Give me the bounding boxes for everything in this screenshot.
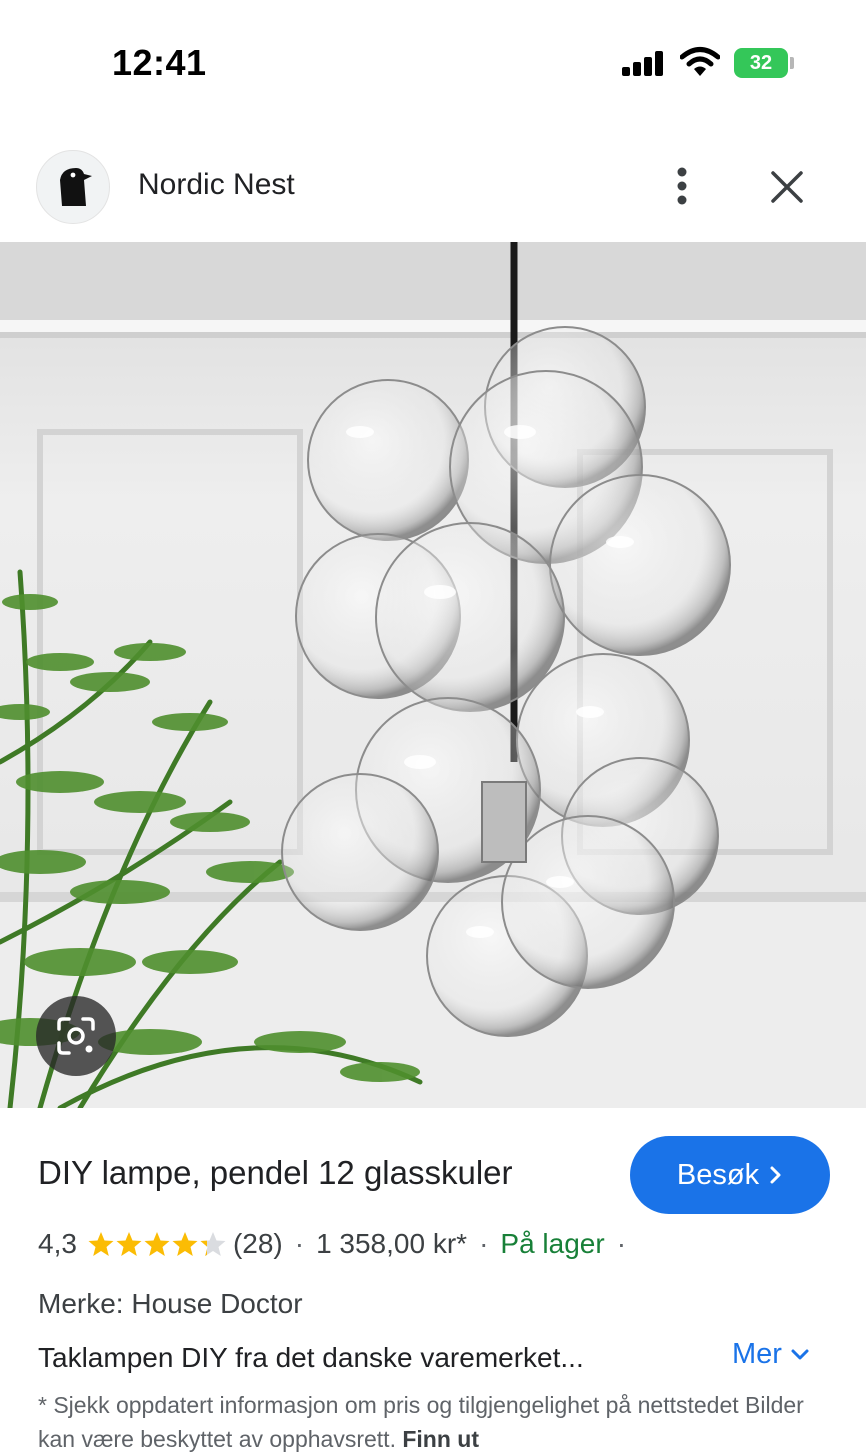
chevron-right-icon: [770, 1166, 781, 1184]
product-description: Taklampen DIY fra det danske varemerket.…: [38, 1342, 584, 1373]
product-meta: 4,3 (28) · 1 358,00 kr* · På lager ·: [38, 1228, 638, 1260]
close-icon[interactable]: [762, 162, 812, 212]
star-icon: [172, 1232, 198, 1256]
star-icon: [88, 1232, 114, 1256]
visit-button[interactable]: Besøk: [630, 1136, 830, 1214]
chevron-down-icon: [791, 1349, 809, 1359]
rating-value: 4,3: [38, 1228, 77, 1259]
battery-cap: [790, 57, 794, 69]
status-bar: 12:41 32: [0, 0, 866, 120]
google-lens-icon[interactable]: [36, 996, 116, 1076]
wifi-icon: [679, 46, 721, 78]
star-rating: [87, 1230, 227, 1258]
star-icon: [144, 1232, 170, 1256]
product-title: DIY lampe, pendel 12 glasskuler: [38, 1154, 513, 1191]
site-name[interactable]: Nordic Nest: [138, 168, 295, 202]
more-label: Mer: [732, 1338, 782, 1370]
separator-dot: ·: [616, 1228, 627, 1259]
source-header: Nordic Nest: [0, 140, 866, 240]
brand-line: Merke: House Doctor: [38, 1288, 303, 1319]
more-vertical-icon[interactable]: [660, 162, 704, 210]
lamp-photo: [0, 242, 866, 1108]
disclaimer: * Sjekk oppdatert informasjon om pris og…: [38, 1388, 828, 1452]
battery-icon: 32: [734, 48, 788, 78]
site-logo[interactable]: [36, 150, 110, 224]
cellular-signal-icon: [622, 50, 666, 76]
stock-status: På lager: [500, 1228, 605, 1259]
star-icon: [116, 1232, 142, 1256]
status-time: 12:41: [112, 42, 207, 83]
more-button[interactable]: Mer: [732, 1338, 810, 1371]
visit-label: Besøk: [676, 1158, 760, 1191]
learn-more-link[interactable]: Finn ut: [402, 1426, 479, 1452]
price: 1 358,00 kr*: [316, 1228, 468, 1259]
nordic-nest-bird-icon: [60, 168, 92, 206]
product-image[interactable]: [0, 242, 866, 1108]
product-info-panel: DIY lampe, pendel 12 glasskuler Besøk 4,…: [0, 1108, 866, 1452]
separator-dot: ·: [479, 1228, 489, 1259]
review-count[interactable]: (28): [233, 1228, 283, 1260]
separator-dot: ·: [294, 1228, 305, 1259]
battery-level: 32: [749, 51, 773, 74]
